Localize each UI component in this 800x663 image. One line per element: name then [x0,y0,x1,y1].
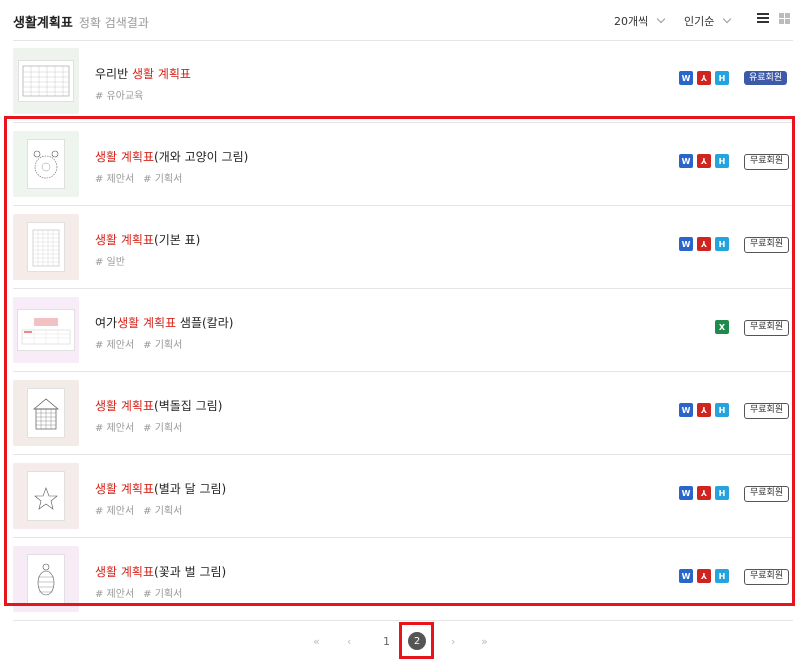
page-1-button[interactable]: 1 [383,635,390,648]
tag[interactable]: # 일반 [95,257,125,268]
tag[interactable]: # 제안서 [95,340,134,351]
item-title[interactable]: 여가생활 계획표 샘플(칼라) [95,314,233,331]
hwp-icon[interactable]: H [715,403,729,417]
pdf-icon[interactable]: ⅄ [697,154,711,168]
membership-badge: 유료회원 [744,71,788,85]
list-item[interactable]: 우리반 생활 계획표 # 유아교육 W ⅄ H 유료회원 [13,40,793,123]
membership-badge: 무료회원 [744,320,790,336]
list-item[interactable]: 생활 계획표(벽돌집 그림) # 제안서 # 기획서 W ⅄ H 무료회원 [13,372,793,455]
item-tags: # 유아교육 [95,87,152,102]
membership-badge: 무료회원 [744,486,790,502]
per-page-select[interactable]: 20개씩 [614,13,666,29]
membership-badge: 무료회원 [744,403,790,419]
file-format-icons: W ⅄ H [679,154,729,168]
tag[interactable]: # 기획서 [143,174,182,185]
file-format-icons: W ⅄ H [679,237,729,251]
item-title[interactable]: 생활 계획표(기본 표) [95,231,200,248]
membership-badge: 무료회원 [744,237,790,253]
current-page-highlight-box [399,622,434,659]
item-thumbnail[interactable] [13,463,79,529]
chevron-down-icon [723,14,732,24]
item-thumbnail[interactable] [13,214,79,280]
word-icon[interactable]: W [679,154,693,168]
membership-badge: 무료회원 [744,154,790,170]
tag[interactable]: # 기획서 [143,423,182,434]
next-page-button[interactable]: › [451,635,455,648]
item-tags: # 제안서 # 기획서 [95,336,191,351]
item-thumbnail[interactable] [13,380,79,446]
list-item[interactable]: 생활 계획표(별과 달 그림) # 제안서 # 기획서 W ⅄ H 무료회원 [13,455,793,538]
item-tags: # 제안서 # 기획서 [95,502,191,517]
word-icon[interactable]: W [679,486,693,500]
item-thumbnail[interactable] [13,297,79,363]
item-title[interactable]: 생활 계획표(개와 고양이 그림) [95,148,248,165]
pdf-icon[interactable]: ⅄ [697,237,711,251]
hwp-icon[interactable]: H [715,486,729,500]
word-icon[interactable]: W [679,237,693,251]
excel-icon[interactable]: X [715,320,729,334]
pdf-icon[interactable]: ⅄ [697,71,711,85]
item-title[interactable]: 생활 계획표(꽃과 벌 그림) [95,563,226,580]
first-page-button[interactable]: « [313,635,320,648]
last-page-button[interactable]: » [481,635,488,648]
item-tags: # 제안서 # 기획서 [95,419,191,434]
tag[interactable]: # 기획서 [143,589,182,600]
list-view-icon[interactable] [757,13,769,25]
hwp-icon[interactable]: H [715,237,729,251]
list-item[interactable]: 생활 계획표(기본 표) # 일반 W ⅄ H 무료회원 [13,206,793,289]
pdf-icon[interactable]: ⅄ [697,403,711,417]
word-icon[interactable]: W [679,403,693,417]
word-icon[interactable]: W [679,71,693,85]
tag[interactable]: # 기획서 [143,340,182,351]
file-format-icons: W ⅄ H [679,486,729,500]
results-header: 생활계획표 정확 검색결과 20개씩 인기순 [13,0,793,41]
pdf-icon[interactable]: ⅄ [697,569,711,583]
file-format-icons: X [715,320,729,334]
item-tags: # 제안서 # 기획서 [95,170,191,185]
item-tags: # 일반 [95,253,134,268]
hwp-icon[interactable]: H [715,71,729,85]
list-item[interactable]: 생활 계획표(개와 고양이 그림) # 제안서 # 기획서 W ⅄ H 무료회원 [13,123,793,206]
search-keyword: 생활계획표 정확 검색결과 [13,16,149,31]
file-format-icons: W ⅄ H [679,403,729,417]
tag[interactable]: # 제안서 [95,589,134,600]
list-item[interactable]: 여가생활 계획표 샘플(칼라) # 제안서 # 기획서 X 무료회원 [13,289,793,372]
tag[interactable]: # 제안서 [95,506,134,517]
grid-view-icon[interactable] [779,13,792,26]
tag[interactable]: # 기획서 [143,506,182,517]
item-tags: # 제안서 # 기획서 [95,585,191,600]
word-icon[interactable]: W [679,569,693,583]
pdf-icon[interactable]: ⅄ [697,486,711,500]
sort-select[interactable]: 인기순 [684,13,732,29]
result-type-label: 정확 검색결과 [78,16,149,30]
hwp-icon[interactable]: H [715,154,729,168]
tag[interactable]: # 유아교육 [95,91,143,102]
hwp-icon[interactable]: H [715,569,729,583]
membership-badge: 무료회원 [744,569,790,585]
file-format-icons: W ⅄ H [679,71,729,85]
tag[interactable]: # 제안서 [95,174,134,185]
item-title[interactable]: 생활 계획표(별과 달 그림) [95,480,226,497]
item-thumbnail[interactable] [13,546,79,612]
item-title[interactable]: 우리반 생활 계획표 [95,65,191,82]
item-title[interactable]: 생활 계획표(벽돌집 그림) [95,397,222,414]
tag[interactable]: # 제안서 [95,423,134,434]
prev-page-button[interactable]: ‹ [347,635,351,648]
item-thumbnail[interactable] [13,48,79,114]
list-item[interactable]: 생활 계획표(꽃과 벌 그림) # 제안서 # 기획서 W ⅄ H 무료회원 [13,538,793,621]
chevron-down-icon [657,14,666,24]
file-format-icons: W ⅄ H [679,569,729,583]
item-thumbnail[interactable] [13,131,79,197]
